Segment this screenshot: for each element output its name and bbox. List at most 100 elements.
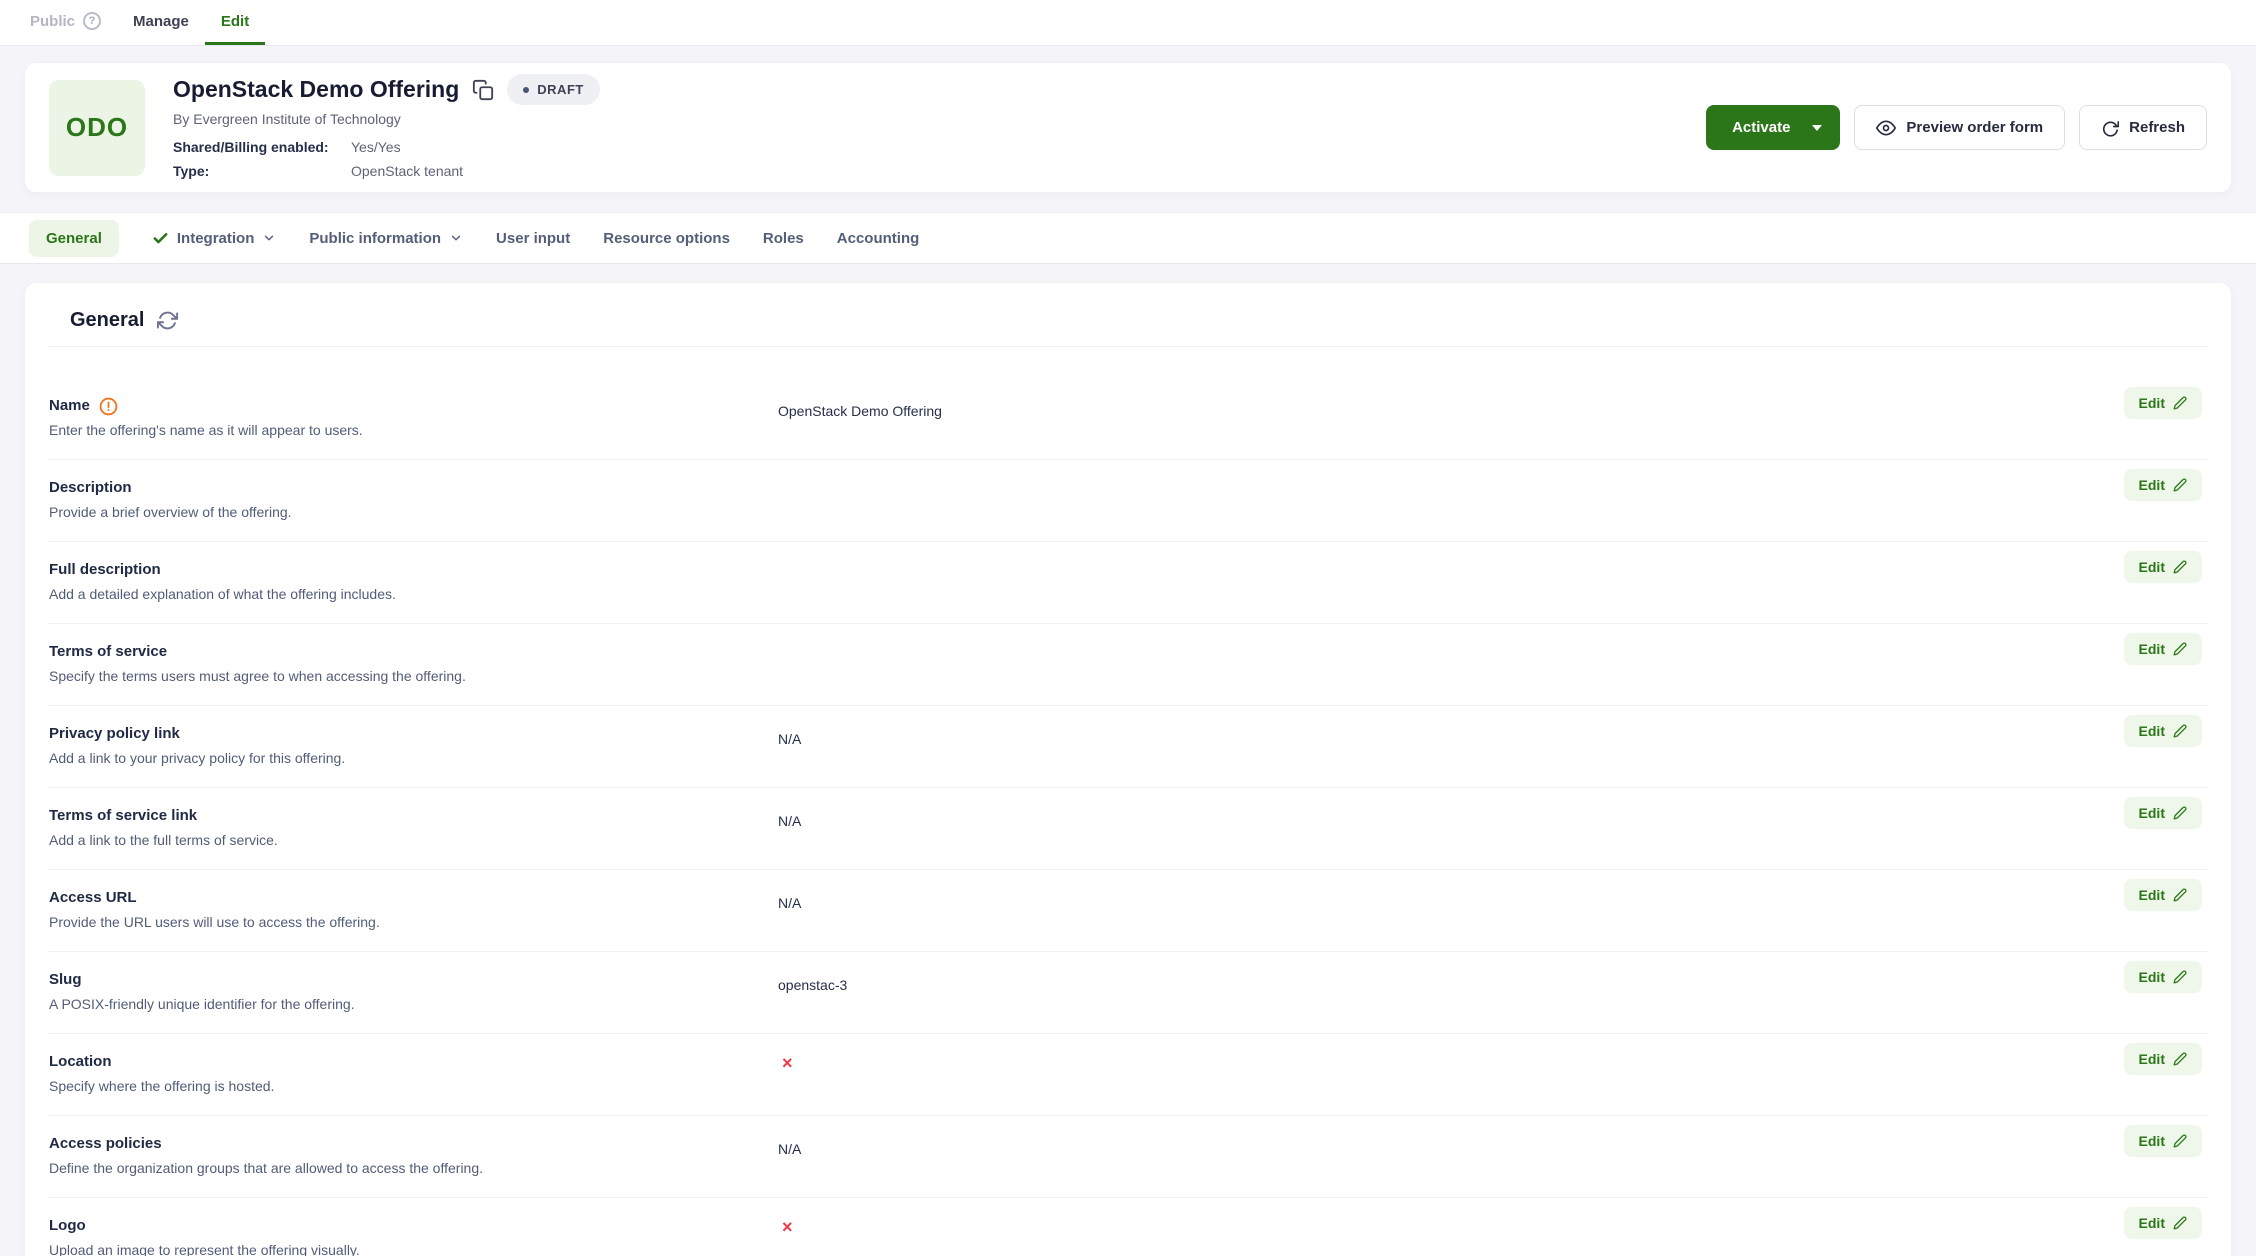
- row-value: OpenStack Demo Offering: [778, 403, 942, 419]
- view-tab-label: Manage: [133, 13, 189, 30]
- row-description: Upload an image to represent the offerin…: [49, 1239, 2207, 1256]
- pencil-icon: [2173, 970, 2187, 984]
- meta-row: Shared/Billing enabled: Yes/Yes: [173, 137, 1706, 157]
- edit-button[interactable]: Edit: [2124, 1043, 2202, 1075]
- section-tab[interactable]: General: [29, 220, 119, 257]
- section-tab-label: Roles: [763, 230, 804, 247]
- pencil-icon: [2173, 1134, 2187, 1148]
- row-description: Provide the URL users will use to access…: [49, 911, 2207, 934]
- offering-title: OpenStack Demo Offering: [173, 76, 459, 103]
- edit-button-label: Edit: [2139, 1215, 2165, 1231]
- edit-button[interactable]: Edit: [2124, 879, 2202, 911]
- section-tab[interactable]: Integration: [152, 230, 277, 247]
- offering-avatar-initials: ODO: [66, 112, 128, 143]
- warning-icon: [99, 397, 118, 416]
- eye-icon: [1876, 118, 1896, 138]
- refresh-icon: [2101, 119, 2119, 137]
- edit-button[interactable]: Edit: [2124, 469, 2202, 501]
- edit-button-label: Edit: [2139, 1133, 2165, 1149]
- refresh-button[interactable]: Refresh: [2079, 105, 2207, 150]
- section-tab-label: Integration: [177, 230, 255, 247]
- caret-down-icon: [1812, 125, 1822, 131]
- view-tab[interactable]: Edit: [205, 0, 265, 45]
- edit-button-label: Edit: [2139, 969, 2165, 985]
- edit-button[interactable]: Edit: [2124, 551, 2202, 583]
- row-value: N/A: [778, 731, 801, 747]
- chevron-down-icon: [449, 231, 463, 245]
- row-value: N/A: [778, 895, 801, 911]
- section-tab-label: Public information: [309, 230, 441, 247]
- section-tab[interactable]: Roles: [763, 230, 804, 247]
- offering-avatar: ODO: [49, 80, 145, 176]
- row-label: Privacy policy link: [49, 722, 180, 746]
- edit-button[interactable]: Edit: [2124, 1125, 2202, 1157]
- meta-row: Type: OpenStack tenant: [173, 161, 1706, 181]
- settings-rows: Name Enter the offering's name as it wil…: [49, 378, 2207, 1256]
- meta-label: Type:: [173, 161, 351, 181]
- settings-row: Name Enter the offering's name as it wil…: [49, 378, 2207, 460]
- row-description: Enter the offering's name as it will app…: [49, 419, 2207, 442]
- missing-value-icon: ×: [782, 1217, 793, 1237]
- offering-header-card: ODO OpenStack Demo Offering DRAFT By Eve…: [24, 62, 2232, 193]
- sync-icon[interactable]: [157, 310, 178, 331]
- edit-button[interactable]: Edit: [2124, 387, 2202, 419]
- section-tab-label: Resource options: [603, 230, 730, 247]
- activate-button[interactable]: Activate: [1706, 105, 1840, 150]
- row-label: Name: [49, 394, 90, 418]
- pencil-icon: [2173, 478, 2187, 492]
- meta-value: OpenStack tenant: [351, 161, 463, 181]
- pencil-icon: [2173, 642, 2187, 656]
- edit-button-label: Edit: [2139, 723, 2165, 739]
- row-label: Location: [49, 1050, 112, 1074]
- row-value: openstac-3: [778, 977, 847, 993]
- row-description: Specify where the offering is hosted.: [49, 1075, 2207, 1098]
- view-tab[interactable]: Public ?: [14, 0, 117, 45]
- row-description: Specify the terms users must agree to wh…: [49, 665, 2207, 688]
- edit-button-label: Edit: [2139, 477, 2165, 493]
- section-tab[interactable]: Public information: [309, 230, 463, 247]
- meta-value: Yes/Yes: [351, 137, 401, 157]
- pencil-icon: [2173, 888, 2187, 902]
- chevron-down-icon: [262, 231, 276, 245]
- missing-value-icon: ×: [782, 1053, 793, 1073]
- draft-badge-label: DRAFT: [537, 82, 584, 97]
- row-label: Full description: [49, 558, 161, 582]
- edit-button-label: Edit: [2139, 395, 2165, 411]
- row-label: Description: [49, 476, 132, 500]
- row-description: Provide a brief overview of the offering…: [49, 501, 2207, 524]
- status-dot: [523, 87, 529, 93]
- view-tab-bar: Public ? Manage Edit: [0, 0, 2256, 46]
- edit-button[interactable]: Edit: [2124, 633, 2202, 665]
- pencil-icon: [2173, 806, 2187, 820]
- edit-button[interactable]: Edit: [2124, 797, 2202, 829]
- row-label: Terms of service: [49, 640, 167, 664]
- row-label: Logo: [49, 1214, 86, 1238]
- pencil-icon: [2173, 396, 2187, 410]
- view-tab[interactable]: Manage: [117, 0, 205, 45]
- preview-order-form-button[interactable]: Preview order form: [1854, 105, 2065, 150]
- section-tab[interactable]: User input: [496, 230, 570, 247]
- edit-button-label: Edit: [2139, 1051, 2165, 1067]
- section-tab[interactable]: Accounting: [837, 230, 920, 247]
- section-tab[interactable]: Resource options: [603, 230, 730, 247]
- check-icon: [152, 230, 169, 247]
- activate-button-label: Activate: [1732, 119, 1790, 136]
- copy-icon[interactable]: [472, 79, 494, 101]
- settings-row: Location Specify where the offering is h…: [49, 1034, 2207, 1116]
- divider: [49, 346, 2207, 347]
- settings-row: Slug A POSIX-friendly unique identifier …: [49, 952, 2207, 1034]
- row-label: Terms of service link: [49, 804, 197, 828]
- edit-button[interactable]: Edit: [2124, 1207, 2202, 1239]
- pencil-icon: [2173, 1052, 2187, 1066]
- pencil-icon: [2173, 1216, 2187, 1230]
- section-heading: General: [70, 309, 144, 331]
- offering-meta: Shared/Billing enabled: Yes/Yes Type: Op…: [173, 137, 1706, 181]
- row-description: A POSIX-friendly unique identifier for t…: [49, 993, 2207, 1016]
- edit-button[interactable]: Edit: [2124, 715, 2202, 747]
- header-actions: Activate Preview order form Refresh: [1706, 105, 2207, 150]
- view-tab-label: Edit: [221, 13, 249, 30]
- edit-button[interactable]: Edit: [2124, 961, 2202, 993]
- settings-row: Privacy policy link Add a link to your p…: [49, 706, 2207, 788]
- row-label: Access policies: [49, 1132, 162, 1156]
- pencil-icon: [2173, 724, 2187, 738]
